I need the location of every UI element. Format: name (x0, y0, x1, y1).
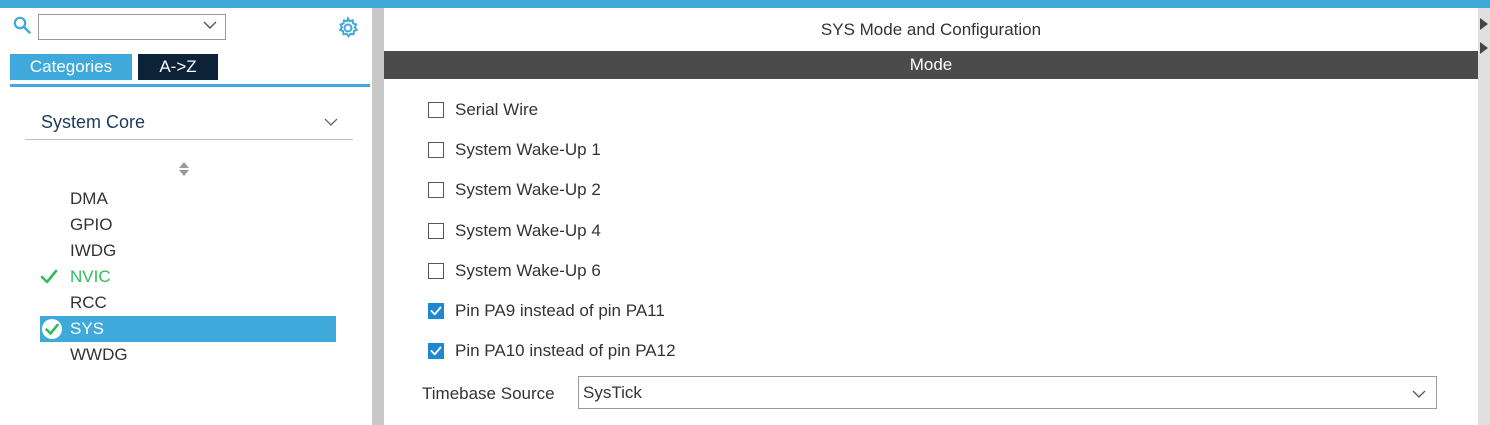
list-item-iwdg[interactable]: IWDG (40, 238, 336, 264)
search-input[interactable] (38, 14, 226, 40)
checkmark-icon (430, 306, 442, 316)
component-browser: Categories A->Z System Core DMA GPIO IWD… (0, 8, 372, 425)
option-label: System Wake-Up 4 (455, 220, 601, 240)
configuration-panel: SYS Mode and Configuration Mode Serial W… (384, 8, 1478, 425)
list-item-label: SYS (70, 319, 105, 338)
check-icon (40, 269, 58, 284)
timebase-source-select[interactable]: SysTick (578, 376, 1437, 409)
list-item-label: DMA (70, 189, 108, 208)
tab-a-to-z[interactable]: A->Z (138, 54, 218, 80)
chevron-down-icon[interactable] (323, 114, 339, 130)
chevron-down-icon[interactable] (203, 18, 217, 32)
collapse-arrow-icon[interactable] (1480, 18, 1488, 58)
list-item-label: NVIC (70, 267, 111, 286)
chevron-down-icon[interactable] (1412, 387, 1426, 401)
option-label: Pin PA9 instead of pin PA11 (455, 300, 665, 320)
option-label: System Wake-Up 1 (455, 140, 601, 160)
checkbox-system-wakeup-4[interactable] (428, 222, 444, 239)
list-item-nvic[interactable]: NVIC (40, 264, 336, 290)
checkbox-pin-pa10[interactable] (428, 343, 444, 360)
category-select-value: System Core (41, 112, 146, 132)
list-item-label: RCC (70, 293, 107, 312)
list-item-gpio[interactable]: GPIO (40, 212, 336, 238)
gear-icon[interactable] (336, 16, 360, 40)
checkbox-serial-wire[interactable] (428, 102, 444, 118)
option-pin-pa9[interactable]: Pin PA9 instead of pin PA11 (428, 299, 676, 339)
component-list: DMA GPIO IWDG NVIC RCC SYS WWDG (40, 186, 336, 368)
option-system-wakeup-6[interactable]: System Wake-Up 6 (428, 259, 676, 299)
option-system-wakeup-4[interactable]: System Wake-Up 4 (428, 219, 676, 259)
mode-section-header[interactable]: Mode (384, 51, 1478, 79)
option-system-wakeup-2[interactable]: System Wake-Up 2 (428, 178, 676, 218)
option-serial-wire[interactable]: Serial Wire (428, 98, 676, 138)
list-item-dma[interactable]: DMA (40, 186, 336, 212)
search-icon[interactable] (13, 16, 31, 34)
option-system-wakeup-1[interactable]: System Wake-Up 1 (428, 138, 676, 178)
panel-title: SYS Mode and Configuration (820, 20, 1042, 39)
list-item-label: IWDG (70, 241, 117, 260)
checkbox-system-wakeup-1[interactable] (428, 142, 444, 159)
mode-options: Serial Wire System Wake-Up 1 System Wake… (428, 98, 676, 379)
checkbox-pin-pa9[interactable] (428, 302, 444, 319)
timebase-source-label: Timebase Source (422, 384, 555, 403)
option-label: System Wake-Up 6 (455, 260, 601, 280)
right-scrollbar[interactable] (1478, 8, 1490, 425)
category-select[interactable]: System Core (25, 106, 353, 140)
list-item-rcc[interactable]: RCC (40, 290, 336, 316)
option-pin-pa10[interactable]: Pin PA10 instead of pin PA12 (428, 339, 676, 379)
list-item-wwdg[interactable]: WWDG (40, 342, 336, 368)
option-label: Pin PA10 instead of pin PA12 (455, 341, 676, 361)
sort-icon[interactable] (178, 161, 190, 177)
list-item-label: WWDG (70, 345, 128, 364)
search-row (0, 8, 372, 48)
list-item-label: GPIO (70, 215, 113, 234)
option-label: Serial Wire (455, 100, 539, 119)
pane-splitter[interactable] (372, 8, 384, 425)
checkbox-system-wakeup-2[interactable] (428, 182, 444, 199)
circle-check-icon (42, 319, 62, 339)
top-accent-bar (0, 0, 1490, 8)
tab-underline (10, 84, 370, 87)
view-tabs: Categories A->Z (10, 54, 218, 80)
timebase-source-value: SysTick (583, 383, 642, 402)
option-label: System Wake-Up 2 (455, 180, 601, 200)
tab-categories[interactable]: Categories (10, 54, 132, 80)
list-item-sys[interactable]: SYS (40, 316, 336, 342)
checkbox-system-wakeup-6[interactable] (428, 262, 444, 279)
checkmark-icon (430, 346, 442, 356)
